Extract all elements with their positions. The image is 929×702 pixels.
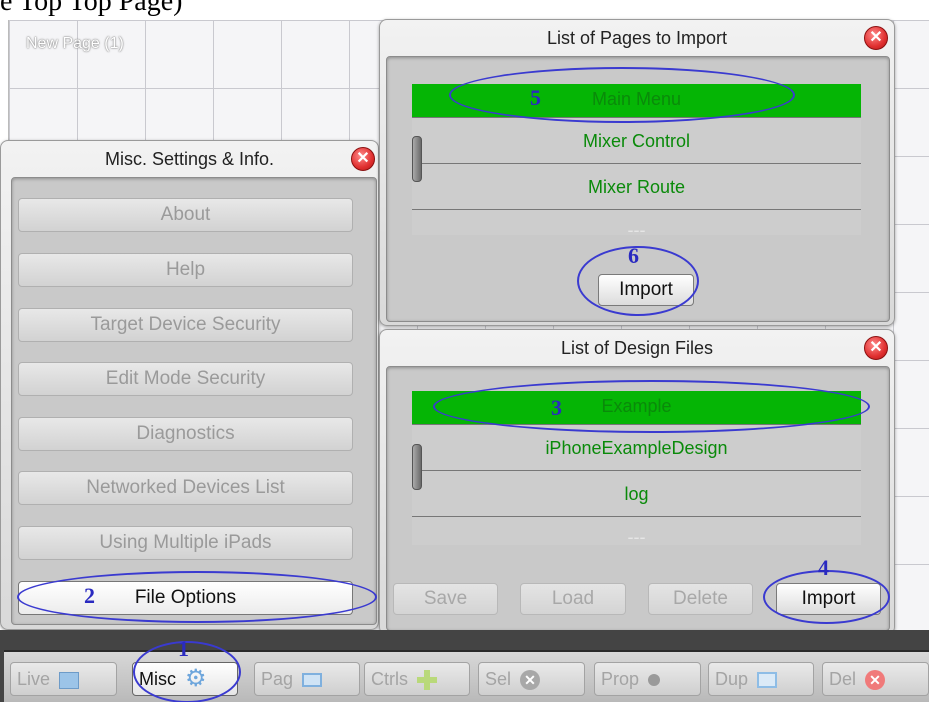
- select-button[interactable]: Sel ✕: [478, 662, 585, 696]
- list-item[interactable]: ---: [412, 517, 861, 547]
- close-icon[interactable]: ✕: [864, 336, 888, 360]
- live-button[interactable]: Live: [10, 662, 117, 696]
- edit-mode-security-button[interactable]: Edit Mode Security: [18, 362, 353, 396]
- import-pages-button[interactable]: Import: [598, 274, 694, 306]
- design-files-list: Example iPhoneExampleDesign log ---: [412, 391, 861, 548]
- target-device-security-button[interactable]: Target Device Security: [18, 308, 353, 342]
- close-icon[interactable]: ✕: [351, 147, 375, 171]
- cropped-caption-text: e Top Top Page): [0, 0, 183, 17]
- networked-devices-list-button[interactable]: Networked Devices List: [18, 471, 353, 505]
- delete-button-label: Del: [829, 669, 857, 689]
- pages-panel-title: List of Pages to Import: [546, 28, 728, 48]
- duplicate-button[interactable]: Dup: [708, 662, 814, 696]
- live-grid-icon: [59, 671, 80, 689]
- delete-button[interactable]: Delete: [648, 583, 753, 615]
- bottom-toolbar: Live Misc ⚙ Pag Ctrls Sel ✕ Prop Dup Del: [0, 630, 929, 702]
- pages-icon: [302, 673, 323, 688]
- pages-list: Main Menu Mixer Control Mixer Route ---: [412, 84, 861, 235]
- misc-panel-title: Misc. Settings & Info.: [104, 149, 275, 169]
- close-icon[interactable]: ✕: [864, 26, 888, 50]
- page-name-label: New Page (1): [26, 35, 124, 52]
- pages-button-label: Pag: [261, 669, 294, 689]
- design-files-panel: List of Design Files ✕ Example iPhoneExa…: [379, 329, 895, 635]
- properties-button[interactable]: Prop: [594, 662, 701, 696]
- close-circle-icon: ✕: [520, 670, 541, 691]
- diagnostics-button[interactable]: Diagnostics: [18, 417, 353, 451]
- list-item[interactable]: Example: [412, 391, 861, 425]
- pages-button[interactable]: Pag: [254, 662, 360, 696]
- about-button[interactable]: About: [18, 198, 353, 232]
- live-button-label: Live: [17, 669, 51, 689]
- list-item[interactable]: Mixer Route: [412, 164, 861, 210]
- list-item[interactable]: log: [412, 471, 861, 517]
- controls-button[interactable]: Ctrls: [364, 662, 470, 696]
- load-button[interactable]: Load: [520, 583, 626, 615]
- list-scroll-handle[interactable]: [412, 444, 422, 490]
- save-button[interactable]: Save: [393, 583, 498, 615]
- gear-icon: ⚙: [185, 664, 207, 692]
- properties-button-label: Prop: [601, 669, 640, 689]
- list-item[interactable]: Main Menu: [412, 84, 861, 118]
- misc-settings-panel: Misc. Settings & Info. ✕ About Help Targ…: [0, 140, 379, 630]
- list-item[interactable]: Mixer Control: [412, 118, 861, 164]
- list-scroll-handle[interactable]: [412, 136, 422, 182]
- import-design-button[interactable]: Import: [776, 583, 881, 615]
- duplicate-icon: [757, 672, 778, 689]
- using-multiple-ipads-button[interactable]: Using Multiple iPads: [18, 526, 353, 560]
- design-panel-title: List of Design Files: [560, 338, 714, 358]
- delete-toolbar-button[interactable]: Del ✕: [822, 662, 929, 696]
- duplicate-button-label: Dup: [715, 669, 749, 689]
- misc-button-label: Misc: [139, 669, 176, 689]
- delete-icon: ✕: [865, 670, 886, 691]
- plus-icon: [417, 670, 438, 691]
- list-item[interactable]: ---: [412, 210, 861, 235]
- controls-button-label: Ctrls: [371, 669, 408, 689]
- select-button-label: Sel: [485, 669, 512, 689]
- misc-button[interactable]: Misc ⚙: [132, 662, 238, 696]
- file-options-button[interactable]: File Options: [18, 581, 353, 615]
- help-button[interactable]: Help: [18, 253, 353, 287]
- pages-to-import-panel: List of Pages to Import ✕ Main Menu Mixe…: [379, 19, 895, 326]
- list-item[interactable]: iPhoneExampleDesign: [412, 425, 861, 471]
- dot-icon: [648, 674, 661, 687]
- toolbar-strip: Live Misc ⚙ Pag Ctrls Sel ✕ Prop Dup Del: [4, 650, 929, 702]
